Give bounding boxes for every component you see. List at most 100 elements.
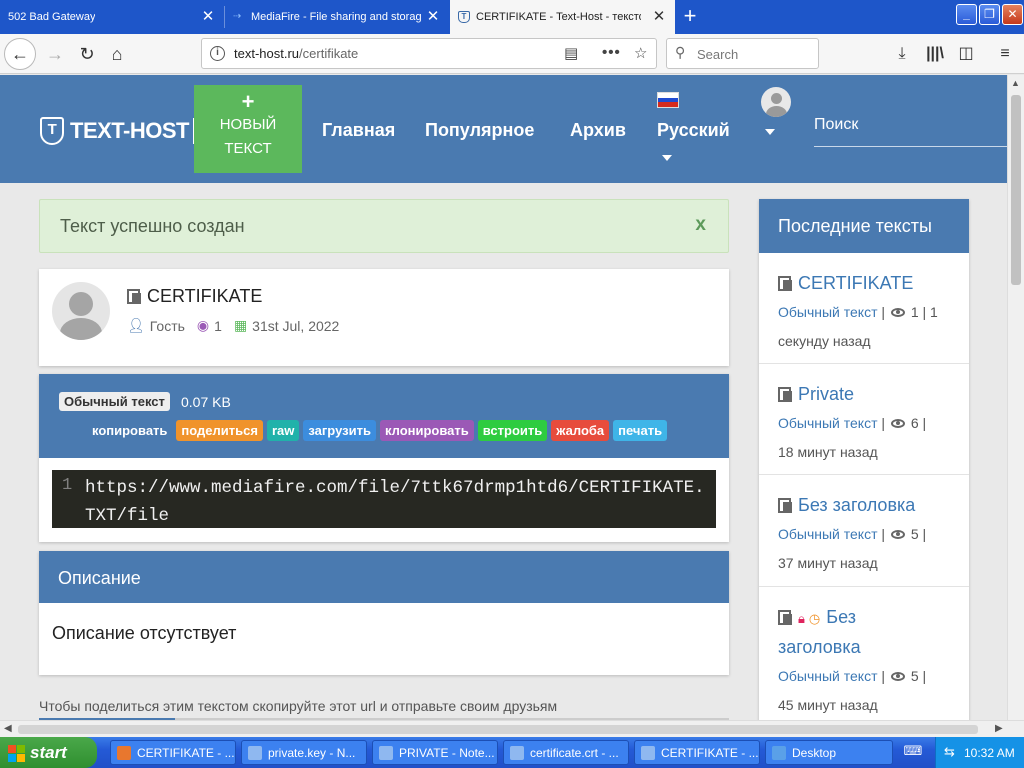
downloads-icon[interactable]: ⤓	[891, 43, 913, 65]
user-avatar[interactable]	[761, 87, 791, 117]
scroll-up-icon[interactable]: ▲	[1011, 78, 1020, 88]
post-date: ▦ 31st Jul, 2022	[234, 317, 339, 334]
recent-item-title[interactable]: Private	[778, 380, 961, 409]
windows-taskbar: start CERTIFIKATE - ... private.key - N..…	[0, 737, 1024, 768]
taskbar-item[interactable]: Desktop	[765, 740, 893, 765]
list-item: Без заголовка Обычный текст | 5 | 37 мин…	[759, 475, 969, 587]
recent-item-type[interactable]: Обычный текст	[778, 668, 878, 684]
taskbar-item-label: Desktop	[792, 745, 837, 760]
recent-item-type[interactable]: Обычный текст	[778, 526, 878, 542]
reload-button[interactable]: ↻	[72, 39, 102, 69]
nav-archive[interactable]: Архив	[570, 120, 626, 141]
clock-icon: ◷	[808, 611, 821, 626]
network-icon[interactable]: ⇆	[944, 744, 955, 760]
url-text[interactable]: text-host.ru/certifikate	[234, 46, 358, 61]
tab-certifikate[interactable]: T CERTIFIKATE - Text-Host - тексто ✕	[450, 0, 675, 34]
action-button[interactable]: raw	[266, 420, 300, 441]
recent-item-type[interactable]: Обычный текст	[778, 415, 878, 431]
close-icon[interactable]: ✕	[651, 9, 667, 25]
nav-language[interactable]: Русский	[657, 120, 730, 141]
info-icon[interactable]: i	[210, 46, 225, 61]
scroll-thumb[interactable]	[1011, 95, 1021, 285]
paste-card: Обычный текст 0.07 KB копировать поделить…	[39, 374, 729, 542]
alert-close-button[interactable]: x	[695, 214, 706, 236]
language-caret-icon[interactable]	[662, 155, 672, 161]
tab-title: MediaFire - File sharing and storag	[251, 11, 422, 23]
close-window-button[interactable]: ✕	[1002, 4, 1023, 25]
sidebar-heading: Последние тексты	[759, 199, 969, 253]
recent-item-sep: | 1	[922, 304, 938, 320]
minimize-button[interactable]: _	[956, 4, 977, 25]
taskbar-item[interactable]: CERTIFIKATE - ...	[110, 740, 236, 765]
close-icon[interactable]: ✕	[425, 9, 441, 25]
close-icon[interactable]: ✕	[200, 9, 216, 25]
text-host-icon: T	[458, 11, 470, 23]
recent-item-type[interactable]: Обычный текст	[778, 304, 878, 320]
nav-home[interactable]: Главная	[322, 120, 395, 141]
taskbar-item[interactable]: private.key - N...	[241, 740, 367, 765]
recent-item-meta: Обычный текст | 1 | 1	[778, 304, 938, 320]
browser-search-input[interactable]	[697, 45, 812, 63]
menu-icon[interactable]: ≡	[994, 43, 1016, 65]
recent-title-text: CERTIFIKATE	[798, 273, 914, 293]
bookmark-star-icon[interactable]: ☆	[634, 44, 647, 64]
nav-popular[interactable]: Популярное	[425, 120, 534, 141]
post-title: CERTIFIKATE	[127, 286, 262, 307]
new-tab-button[interactable]: +	[678, 5, 702, 29]
recent-item-time: 37 минут назад	[778, 555, 878, 571]
tab-mediafire[interactable]: ⇢ MediaFire - File sharing and storag ✕	[225, 0, 449, 34]
code-block[interactable]: 1 https://www.mediafire.com/file/7ttk67d…	[52, 470, 716, 528]
author-avatar	[52, 282, 110, 340]
maximize-button[interactable]: ❐	[979, 4, 1000, 25]
taskbar-item[interactable]: PRIVATE - Note...	[372, 740, 498, 765]
recent-item-meta: Обычный текст | 5 |	[778, 526, 927, 542]
taskbar-item[interactable]: certificate.crt - ...	[503, 740, 629, 765]
tab-title: 502 Bad Gateway	[8, 11, 96, 23]
browser-search-box[interactable]: ⚲	[666, 38, 819, 69]
address-bar[interactable]: i text-host.ru/certifikate ▤ ••• ☆	[201, 38, 657, 69]
sidebar-toggle-icon[interactable]: ◫	[955, 43, 977, 65]
action-button[interactable]: встроить	[477, 420, 548, 441]
recent-item-sep: |	[922, 668, 927, 684]
recent-title-text-b: заголовка	[778, 637, 861, 657]
taskbar-item-label: CERTIFIKATE - ...	[137, 745, 235, 760]
action-button[interactable]: загрузить	[303, 420, 376, 441]
page-actions-icon[interactable]: •••	[602, 44, 621, 64]
new-text-button[interactable]: + НОВЫЙ ТЕКСТ	[194, 85, 302, 173]
paste-actions: копировать поделиться raw загрузить клониров…	[87, 420, 668, 441]
code-content[interactable]: https://www.mediafire.com/file/7ttk67drm…	[85, 474, 705, 530]
scroll-left-icon[interactable]: ◀	[4, 723, 12, 734]
action-button[interactable]: поделиться	[176, 420, 263, 441]
vertical-scrollbar[interactable]: ▲	[1007, 75, 1024, 720]
scroll-thumb[interactable]	[18, 725, 978, 734]
post-info-card: CERTIFIKATE 👤︎ Гость ◉ 1 ▦ 31st Jul, 202…	[39, 269, 729, 366]
action-button[interactable]: печать	[613, 420, 668, 441]
recent-title-text: Private	[798, 384, 855, 404]
post-date-text: 31st Jul, 2022	[252, 317, 340, 334]
site-search[interactable]	[814, 111, 1007, 147]
back-button[interactable]: ←	[4, 38, 36, 70]
action-button[interactable]: клонировать	[379, 420, 474, 441]
site-search-input[interactable]	[814, 111, 1004, 139]
home-button[interactable]: ⌂	[102, 39, 132, 69]
user-caret-icon[interactable]	[765, 129, 775, 135]
recent-item-title[interactable]: Без заголовка	[778, 491, 961, 520]
library-icon[interactable]: |||\	[924, 43, 946, 65]
recent-item-title[interactable]: CERTIFIKATE	[778, 269, 961, 298]
scroll-right-icon[interactable]: ▶	[995, 723, 1003, 734]
copy-icon	[778, 387, 792, 402]
recent-item-title[interactable]: 🔒︎ ◷ Без заголовка	[778, 603, 961, 662]
action-button[interactable]: копировать	[87, 420, 173, 441]
taskbar-item-label: private.key - N...	[268, 745, 356, 760]
horizontal-scrollbar[interactable]: ◀ ▶	[0, 720, 1024, 737]
taskbar-item[interactable]: CERTIFIKATE - ...	[634, 740, 760, 765]
reader-view-icon[interactable]: ▤	[564, 44, 578, 64]
lock-icon: 🔒︎	[798, 611, 805, 626]
tab-502-bad-gateway[interactable]: 502 Bad Gateway ✕	[0, 0, 224, 34]
start-button[interactable]: start	[0, 737, 97, 768]
action-button[interactable]: жалоба	[551, 420, 610, 441]
paste-toolbar: Обычный текст 0.07 KB копировать поделить…	[39, 374, 729, 458]
recent-item-sep: |	[922, 415, 927, 431]
forward-button[interactable]: →	[40, 39, 70, 69]
keyboard-icon[interactable]: ⌨	[903, 743, 923, 761]
